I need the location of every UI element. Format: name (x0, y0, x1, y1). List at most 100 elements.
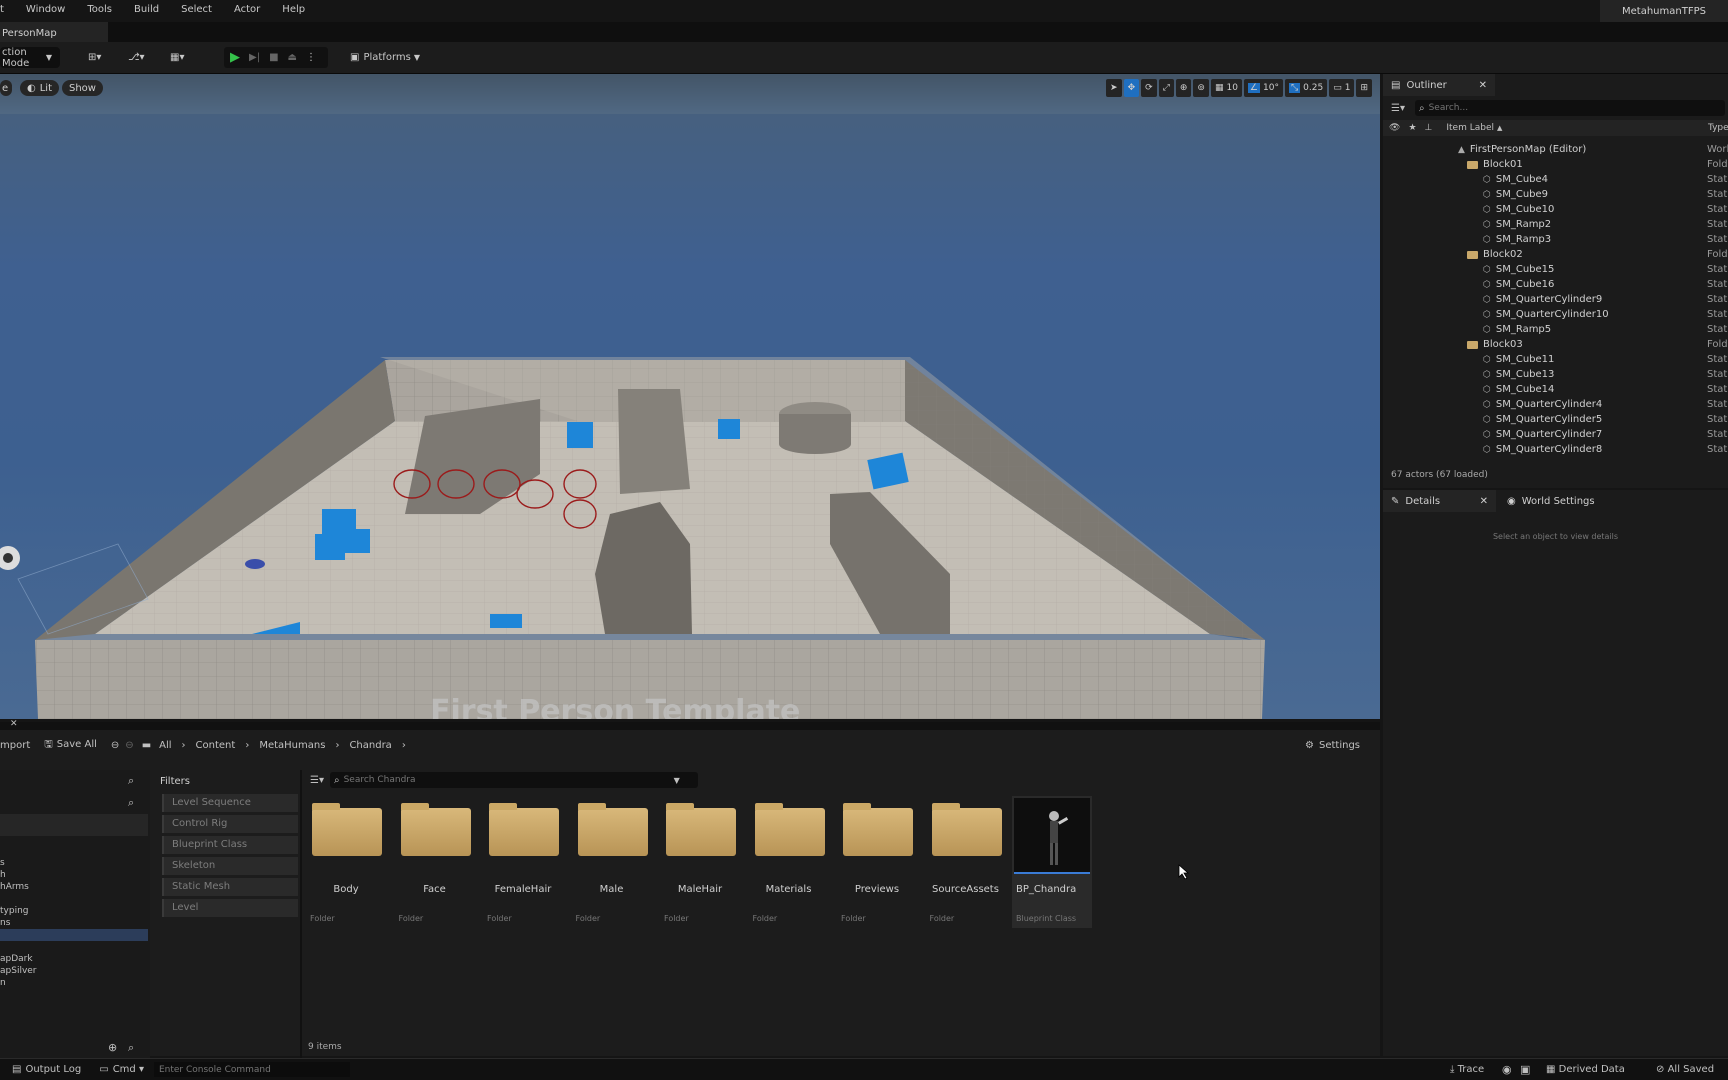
outliner-row[interactable]: ⬡ SM_Cube11 Stati (1383, 352, 1728, 367)
folder-tile[interactable]: MaleHair Folder (658, 800, 742, 930)
path-all[interactable]: All (159, 740, 171, 751)
chevron-down-icon[interactable]: ▼ (674, 776, 680, 785)
surface-snap-icon[interactable]: ⊚ (1193, 79, 1209, 97)
cb-search-input[interactable] (343, 775, 674, 785)
outliner-row[interactable]: ⬡ SM_Cube9 Stati (1383, 187, 1728, 202)
folder-tile[interactable]: Male Folder (570, 800, 654, 930)
stop-icon[interactable]: ■ (269, 52, 278, 63)
tree-item[interactable]: typing (0, 905, 148, 917)
path-content[interactable]: Content (196, 740, 236, 751)
path-chandra[interactable]: Chandra (349, 740, 391, 751)
menu-tools[interactable]: Tools (76, 4, 123, 15)
outliner-row[interactable]: ⬡ SM_Ramp5 Stati (1383, 322, 1728, 337)
console-input[interactable] (153, 1062, 350, 1077)
world-settings-tab[interactable]: ◉ World Settings (1499, 490, 1609, 512)
outliner-row[interactable]: ⬡ SM_QuarterCylinder8 Stati (1383, 442, 1728, 457)
outliner-row[interactable]: ⬡ SM_QuarterCylinder5 Stati (1383, 412, 1728, 427)
add-icon[interactable]: ⊕ (108, 1041, 117, 1054)
search-icon[interactable]: ⌕ (128, 1041, 134, 1055)
lit-button[interactable]: ◐ Lit (20, 80, 60, 96)
step-icon[interactable]: ▶| (249, 52, 260, 63)
tree-item[interactable]: apSilver (0, 965, 148, 977)
filter-item[interactable]: Level (162, 899, 298, 917)
cb-search[interactable]: ⌕ ▼ (329, 772, 698, 788)
outliner-row[interactable]: ⬡ SM_Ramp3 Stati (1383, 232, 1728, 247)
scale-snap-button[interactable]: ⤡ 0.25 (1284, 79, 1328, 97)
star-icon[interactable]: ★ (1408, 123, 1416, 133)
menu-help[interactable]: Help (271, 4, 316, 15)
outliner-search-input[interactable] (1428, 103, 1689, 113)
folder-tile[interactable]: SourceAssets Folder (924, 800, 1008, 930)
back-icon[interactable]: ⊖ (111, 740, 119, 751)
trace-button[interactable]: ⤓ Trace (1450, 1064, 1484, 1075)
scale-icon[interactable]: ⤢ (1158, 79, 1174, 97)
forward-icon[interactable]: ⊖ (125, 740, 133, 751)
path-metahumans[interactable]: MetaHumans (259, 740, 325, 751)
outliner-search[interactable]: ⌕ (1414, 100, 1725, 116)
rotate-icon[interactable]: ⟳ (1141, 79, 1157, 97)
search-icon[interactable]: ⌕ (128, 774, 134, 788)
camera-speed-button[interactable]: ▭ 1 (1329, 79, 1355, 97)
outliner-row[interactable]: ⬡ SM_Cube14 Stati (1383, 382, 1728, 397)
filter-item[interactable]: Level Sequence (162, 794, 298, 812)
tree-item[interactable]: h (0, 869, 148, 881)
outliner-tab[interactable]: ▤ Outliner ✕ (1383, 74, 1495, 96)
output-log-button[interactable]: ▤ Output Log (12, 1064, 81, 1075)
cmd-button[interactable]: ▭ Cmd ▾ (99, 1064, 144, 1075)
filter-icon[interactable]: ☰▾ (310, 775, 324, 786)
save-all-button[interactable]: 🖫 Save All (44, 737, 97, 754)
platforms-button[interactable]: ▣ Platforms ▼ (350, 47, 420, 68)
record-icon[interactable]: ◉ (1502, 1063, 1512, 1076)
folder-tile[interactable]: Previews Folder (835, 800, 919, 930)
world-icon[interactable]: ⊕ (1175, 79, 1192, 97)
close-icon[interactable]: ✕ (1479, 80, 1487, 91)
settings-button[interactable]: ⚙ Settings (1305, 740, 1360, 751)
rotation-snap-button[interactable]: ∠ 10° (1243, 79, 1283, 97)
menu-select[interactable]: Select (170, 4, 223, 15)
outliner-row[interactable]: ⬡ SM_Cube15 Stati (1383, 262, 1728, 277)
show-button[interactable]: Show (62, 80, 103, 96)
level-viewport[interactable]: e ◐ Lit Show ➤ ✥ ⟳ ⤢ ⊕ ⊚ ▦ 10 ∠ 10° ⤡ 0.… (0, 74, 1380, 719)
tree-item[interactable]: n (0, 977, 148, 989)
filter-item[interactable]: Blueprint Class (162, 836, 298, 854)
mode-selector[interactable]: ction Mode ▼ (0, 47, 60, 69)
add-content-icon[interactable]: ⊞▾ (88, 47, 101, 68)
filter-item[interactable]: Static Mesh (162, 878, 298, 896)
outliner-row[interactable]: ⬡ SM_QuarterCylinder10 Stati (1383, 307, 1728, 322)
source-control-button[interactable]: ⊘ All Saved (1656, 1064, 1714, 1075)
outliner-row[interactable]: Block02 Fold (1383, 247, 1728, 262)
eject-icon[interactable]: ⏏ (288, 52, 297, 63)
col-type[interactable]: Type (1708, 123, 1728, 133)
select-icon[interactable]: ➤ (1106, 79, 1122, 97)
menu-file[interactable]: t (0, 4, 15, 15)
col-item-label[interactable]: Item Label (1446, 123, 1494, 133)
camera-icon[interactable]: ▣ (1520, 1063, 1530, 1076)
pin-icon[interactable]: ⊥ (1425, 123, 1433, 133)
tree-item[interactable]: ns (0, 917, 148, 929)
outliner-row[interactable]: ⬡ SM_Ramp2 Stati (1383, 217, 1728, 232)
folder-tile[interactable]: FemaleHair Folder (481, 800, 565, 930)
more-icon[interactable]: ⋮ (306, 52, 316, 63)
cinematics-icon[interactable]: ▦▾ (170, 47, 184, 68)
blueprint-tile[interactable]: BP_Chandra Blueprint Class (1012, 796, 1092, 928)
outliner-row[interactable]: ⬡ SM_Cube4 Stati (1383, 172, 1728, 187)
folder-tile[interactable]: Face Folder (393, 800, 477, 930)
outliner-row[interactable]: ⬡ SM_QuarterCylinder4 Stati (1383, 397, 1728, 412)
menu-build[interactable]: Build (123, 4, 170, 15)
details-tab[interactable]: ✎ Details ✕ (1383, 490, 1496, 512)
layout-icon[interactable]: ⊞ (1356, 79, 1372, 97)
outliner-row[interactable]: Block01 Fold (1383, 157, 1728, 172)
filter-icon[interactable]: ☰▾ (1391, 103, 1405, 114)
viewport-menu-button[interactable]: e (0, 80, 12, 96)
outliner-row[interactable]: ⬡ SM_Cube16 Stati (1383, 277, 1728, 292)
tree-item-selected[interactable] (0, 929, 148, 941)
folder-tile[interactable]: Body Folder (304, 800, 388, 930)
play-icon[interactable]: ▶ (230, 50, 240, 65)
map-tab[interactable]: PersonMap (0, 22, 108, 42)
menu-window[interactable]: Window (15, 4, 76, 15)
blueprint-icon[interactable]: ⎇▾ (128, 47, 145, 68)
outliner-row[interactable]: Block03 Fold (1383, 337, 1728, 352)
outliner-row[interactable]: ▲ FirstPersonMap (Editor) Worl (1383, 142, 1728, 157)
close-icon[interactable]: ✕ (10, 719, 18, 729)
outliner-row[interactable]: ⬡ SM_QuarterCylinder9 Stati (1383, 292, 1728, 307)
